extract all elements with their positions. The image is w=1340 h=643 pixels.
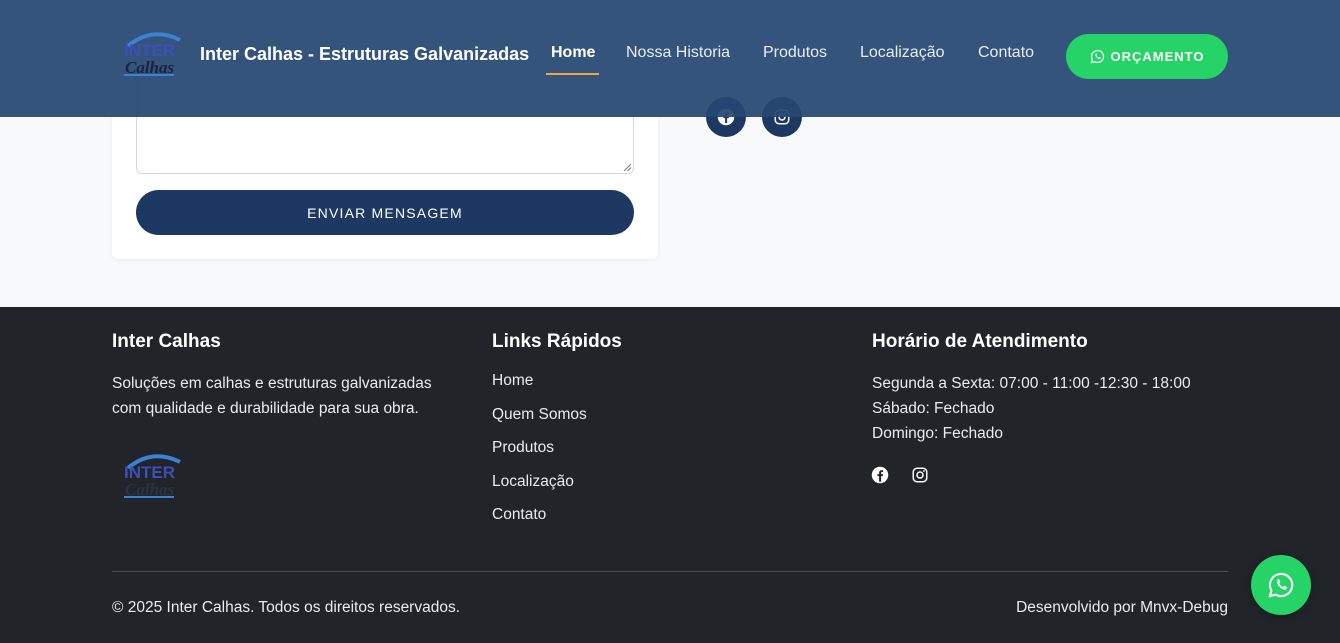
footer-about: Inter Calhas Soluções em calhas e estrut… [112, 331, 452, 421]
quote-button[interactable]: ORÇAMENTO [1066, 34, 1228, 79]
copyright-text: © 2025 Inter Calhas. Todos os direitos r… [112, 599, 461, 616]
quote-button-label: ORÇAMENTO [1110, 49, 1205, 64]
brand-name[interactable]: Inter Calhas - Estruturas Galvanizadas [200, 44, 529, 65]
send-message-button[interactable]: ENVIAR MENSAGEM [136, 190, 634, 235]
footer-link-contato[interactable]: Contato [492, 505, 792, 539]
nav-link-contato[interactable]: Contato [978, 44, 1034, 62]
footer-hours-title: Horário de Atendimento [872, 331, 1088, 352]
nav-active-indicator [546, 73, 599, 75]
navbar: INTER Calhas Inter Calhas - Estruturas G… [0, 0, 1340, 117]
nav-link-home[interactable]: Home [551, 44, 595, 62]
footer-logo: INTER Calhas [124, 454, 181, 499]
inter-calhas-logo[interactable]: INTER Calhas [122, 28, 186, 78]
footer-link-quem-somos[interactable]: Quem Somos [492, 405, 792, 439]
footer-about-title: Inter Calhas [112, 331, 221, 352]
resize-grip-icon[interactable] [623, 163, 631, 171]
footer-link-localizacao[interactable]: Localização [492, 472, 792, 506]
footer-facebook-icon[interactable] [871, 466, 889, 484]
footer-about-text: Soluções em calhas e estruturas galvaniz… [112, 375, 432, 417]
footer-hours: Horário de Atendimento Segunda a Sexta: … [872, 331, 1228, 446]
footer-divider [112, 571, 1228, 572]
hours-weekdays: Segunda a Sexta: 07:00 - 11:00 -12:30 - … [872, 375, 1191, 392]
footer-quick-links: Links Rápidos Home Quem Somos Produtos L… [492, 331, 792, 539]
developer-credit[interactable]: Desenvolvido por Mnvx-Debug [1016, 599, 1228, 617]
nav-link-produtos[interactable]: Produtos [763, 44, 827, 62]
footer-link-home[interactable]: Home [492, 371, 792, 405]
nav-link-nossa-historia[interactable]: Nossa Historia [626, 44, 730, 62]
footer-link-produtos[interactable]: Produtos [492, 438, 792, 472]
hours-sunday: Domingo: Fechado [872, 425, 1003, 442]
nav-link-localizacao[interactable]: Localização [860, 44, 945, 62]
hours-saturday: Sábado: Fechado [872, 400, 995, 417]
footer: Inter Calhas Soluções em calhas e estrut… [0, 307, 1340, 643]
whatsapp-float-button[interactable] [1251, 555, 1311, 615]
footer-links-title: Links Rápidos [492, 331, 622, 352]
footer-instagram-icon[interactable] [911, 466, 929, 484]
whatsapp-icon [1090, 49, 1104, 64]
whatsapp-icon [1268, 572, 1294, 598]
